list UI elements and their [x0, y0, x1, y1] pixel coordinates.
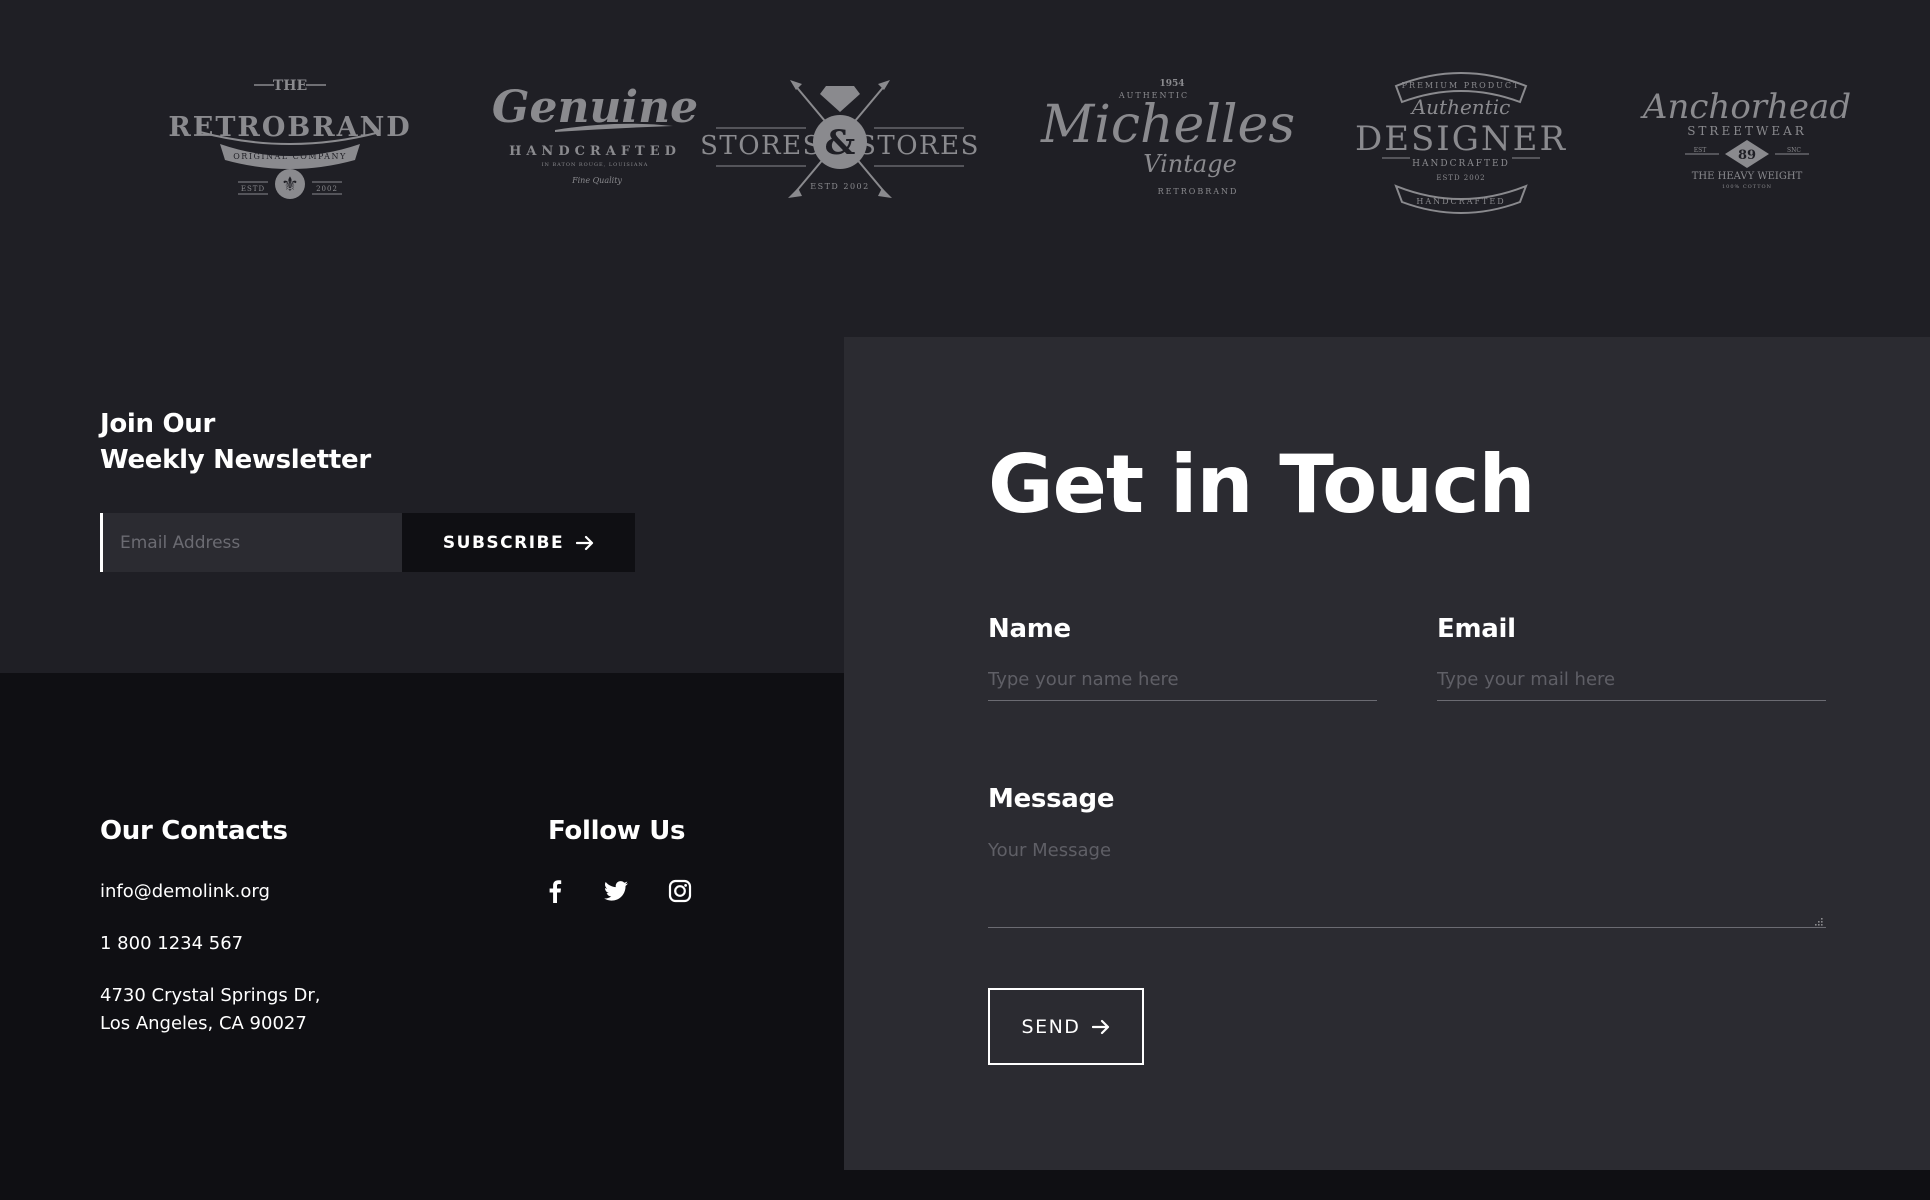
newsletter-title-line2: Weekly Newsletter — [100, 445, 371, 475]
email-input[interactable] — [1437, 670, 1826, 701]
designer-logo: PREMIUM PRODUCT Authentic DESIGNER HANDC… — [1355, 68, 1565, 214]
contact-address: 4730 Crystal Springs Dr, Los Angeles, CA… — [100, 982, 321, 1038]
retrobrand-name-text: RETROBRAND — [168, 112, 411, 143]
newsletter-form: SUBSCRIBE — [100, 513, 635, 572]
subscribe-label: SUBSCRIBE — [442, 532, 565, 553]
instagram-link[interactable] — [665, 876, 695, 906]
genuine-handcrafted-text: HANDCRAFTED — [509, 144, 681, 159]
genuine-location-text: IN BATON ROUGE, LOUISIANA — [542, 162, 649, 168]
arrow-right-icon — [1092, 1019, 1110, 1034]
facebook-icon — [549, 880, 562, 903]
retrobrand-the-text: THE — [273, 78, 307, 94]
subscribe-button[interactable]: SUBSCRIBE — [402, 513, 635, 572]
designer-handcrafted-text: HANDCRAFTED — [1412, 159, 1510, 169]
michelles-year-text: 1954 — [1159, 79, 1184, 89]
designer-main-text: DESIGNER — [1355, 119, 1567, 159]
retrobrand-logo: THE RETROBRAND ORIGINAL COMPANY ⚜ ESTD 2… — [168, 74, 410, 202]
michelles-retrobrand-text: RETROBRAND — [1158, 187, 1239, 196]
get-in-touch-title: Get in Touch — [988, 438, 1535, 531]
name-input[interactable] — [988, 670, 1377, 701]
svg-text:⚜: ⚜ — [281, 172, 299, 196]
address-line1: 4730 Crystal Springs Dr, — [100, 985, 321, 1006]
anchorhead-logo: Anchorhead STREETWEAR EST 89 SNC THE HEA… — [1640, 86, 1851, 190]
designer-authentic-text: Authentic — [1410, 95, 1511, 119]
designer-estd-text: ESTD 2002 — [1436, 174, 1485, 182]
anchorhead-est-text: EST — [1694, 147, 1707, 154]
michelles-vintage-text: Vintage — [1143, 150, 1237, 178]
twitter-link[interactable] — [601, 876, 631, 906]
michelles-script-text: Michelles — [1040, 95, 1295, 155]
stores-ampersand-text: & — [825, 123, 856, 163]
anchorhead-heavy-text: THE HEAVY WEIGHT — [1692, 171, 1803, 182]
anchorhead-script-text: Anchorhead — [1640, 87, 1851, 127]
stores-estd-text: ESTD 2002 — [810, 182, 869, 191]
stores-and-stores-logo: & STORES STORES ESTD 2002 — [700, 78, 978, 200]
twitter-icon — [604, 881, 628, 901]
newsletter-email-input[interactable] — [100, 513, 402, 572]
stores-right-text: STORES — [858, 131, 980, 161]
name-label: Name — [988, 614, 1071, 644]
follow-title: Follow Us — [548, 816, 686, 846]
anchorhead-streetwear-text: STREETWEAR — [1687, 124, 1807, 138]
designer-bottom-text: HANDCRAFTED — [1416, 197, 1505, 206]
anchorhead-cotton-text: 100% COTTON — [1722, 184, 1772, 190]
arrow-right-icon — [576, 535, 594, 550]
message-label: Message — [988, 784, 1115, 814]
genuine-quality-text: Fine Quality — [571, 176, 622, 185]
stores-left-text: STORES — [700, 131, 822, 161]
newsletter-title: Join Our Weekly Newsletter — [100, 406, 371, 478]
designer-premium-text: PREMIUM PRODUCT — [1402, 81, 1521, 90]
anchorhead-snc-text: SNC — [1787, 147, 1801, 154]
message-textarea[interactable] — [988, 840, 1826, 928]
genuine-logo: Genuine HANDCRAFTED IN BATON ROUGE, LOUI… — [492, 82, 698, 189]
instagram-icon — [668, 879, 692, 903]
contact-phone-link[interactable]: 1 800 1234 567 — [100, 930, 243, 958]
newsletter-title-line1: Join Our — [100, 409, 216, 439]
resize-handle-icon[interactable] — [1813, 916, 1823, 926]
anchorhead-number-text: 89 — [1738, 148, 1756, 163]
michelles-logo: 1954 AUTHENTIC Michelles Vintage RETROBR… — [1040, 76, 1295, 201]
send-label: SEND — [1021, 1015, 1081, 1038]
retrobrand-year-text: 2002 — [316, 185, 338, 193]
email-label: Email — [1437, 614, 1516, 644]
retrobrand-original-text: ORIGINAL COMPANY — [233, 152, 347, 161]
retrobrand-estd-text: ESTD — [241, 185, 265, 193]
facebook-link[interactable] — [540, 876, 570, 906]
address-line2: Los Angeles, CA 90027 — [100, 1013, 307, 1034]
contacts-title: Our Contacts — [100, 816, 288, 846]
contact-email-link[interactable]: info@demolink.org — [100, 878, 270, 906]
send-button[interactable]: SEND — [988, 988, 1144, 1065]
